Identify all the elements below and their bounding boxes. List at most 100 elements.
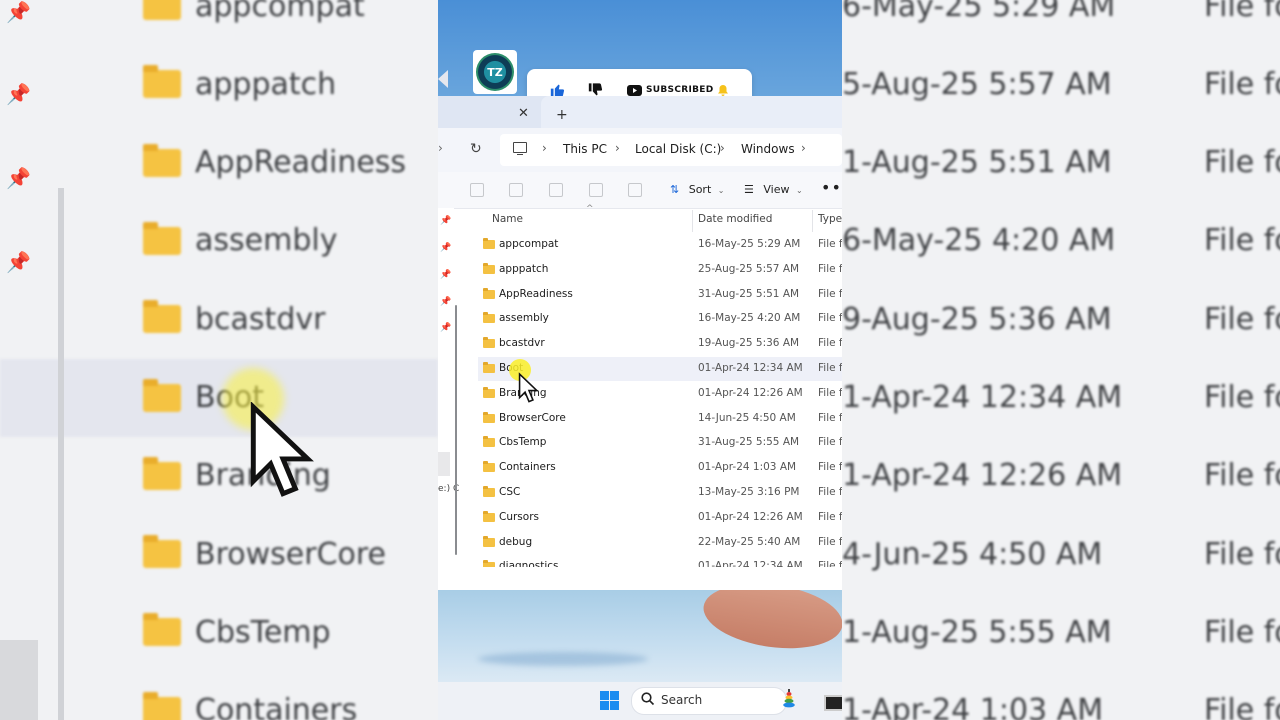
folder-icon xyxy=(143,0,181,20)
breadcrumb-local-disk[interactable]: Local Disk (C:) xyxy=(635,142,721,156)
file-name: appcompat xyxy=(499,238,559,250)
file-date: 13-May-25 3:16 PM xyxy=(698,486,800,498)
chevron-down-icon: ⌄ xyxy=(795,186,803,195)
file-row[interactable]: assembly 16-May-25 4:20 AM File fo xyxy=(478,307,842,331)
view-button[interactable]: ☰ View ⌄ xyxy=(744,183,803,196)
folder-icon xyxy=(483,238,495,249)
background-file-name: AppReadiness xyxy=(195,145,407,181)
file-date: 25-Aug-25 5:57 AM xyxy=(698,262,800,275)
pin-icon: 📌 xyxy=(440,270,452,280)
background-row: 1-Apr-24 12:34 AM File fo xyxy=(842,359,1280,437)
file-date: 01-Apr-24 12:34 AM xyxy=(698,560,803,568)
copy-icon[interactable] xyxy=(470,183,484,197)
background-file-date: 1-Aug-25 5:55 AM xyxy=(842,614,1112,650)
file-row[interactable]: Containers 01-Apr-24 1:03 AM File fo xyxy=(478,456,842,480)
new-tab-icon[interactable]: + xyxy=(556,107,568,123)
background-nav-block xyxy=(0,640,38,720)
folder-icon xyxy=(143,456,181,490)
file-row[interactable]: appcompat 16-May-25 5:29 AM File fo xyxy=(478,233,842,257)
column-header-type[interactable]: Type xyxy=(818,213,842,225)
folder-icon xyxy=(483,461,495,473)
background-file-date: 5-Aug-25 5:57 AM xyxy=(842,66,1112,102)
file-type: File fo xyxy=(818,461,842,474)
pane-splitter[interactable] xyxy=(455,305,457,555)
file-name: apppatch xyxy=(499,262,549,275)
background-file-type: File fo xyxy=(1204,693,1280,720)
file-row[interactable]: debug 22-May-25 5:40 AM File fo xyxy=(478,531,842,555)
background-row: assembly xyxy=(0,202,438,280)
column-header-name[interactable]: Name xyxy=(492,213,523,225)
nav-item-selected[interactable] xyxy=(438,452,450,476)
file-date: 01-Apr-24 1:03 AM xyxy=(698,461,797,474)
file-type: File fo xyxy=(818,535,842,548)
close-tab-icon[interactable]: ✕ xyxy=(518,106,529,121)
folder-icon xyxy=(143,535,181,569)
windows-start-icon[interactable] xyxy=(600,691,620,711)
file-row[interactable]: apppatch 25-Aug-25 5:57 AM File fo xyxy=(478,258,842,282)
more-options-button[interactable]: ••• xyxy=(821,178,842,197)
paste-icon[interactable] xyxy=(509,183,523,197)
share-icon[interactable] xyxy=(589,183,603,197)
file-row[interactable]: CSC 13-May-25 3:16 PM File fo xyxy=(478,481,842,505)
breadcrumb-windows[interactable]: Windows xyxy=(741,142,795,156)
sort-button[interactable]: ⇅ Sort ⌄ xyxy=(670,183,724,196)
folder-icon xyxy=(483,386,495,398)
file-type: File fo xyxy=(818,287,842,300)
file-name: diagnostics xyxy=(499,560,559,568)
column-divider[interactable] xyxy=(812,210,813,232)
file-date: 01-Apr-24 12:34 AM xyxy=(698,362,803,374)
background-row: 6-May-25 4:20 AM File fo xyxy=(842,202,1280,280)
background-file-name: BrowserCore xyxy=(195,536,387,572)
refresh-icon[interactable]: ↻ xyxy=(470,141,482,157)
rename-icon[interactable] xyxy=(549,183,563,197)
background-row: 6-May-25 5:29 AM File fo xyxy=(842,0,1280,45)
folder-icon xyxy=(483,510,495,522)
breadcrumb-this-pc[interactable]: This PC xyxy=(563,142,607,156)
file-row[interactable]: diagnostics 01-Apr-24 12:34 AM File fo xyxy=(478,555,842,568)
cursor-icon xyxy=(518,372,539,403)
folder-icon xyxy=(483,287,495,299)
file-row[interactable]: CbsTemp 31-Aug-25 5:55 AM File fo xyxy=(478,431,842,455)
background-row: CbsTemp xyxy=(0,593,438,671)
file-row[interactable]: bcastdvr 19-Aug-25 5:36 AM File fo xyxy=(478,332,842,356)
folder-icon xyxy=(483,535,495,547)
folder-icon xyxy=(143,691,181,720)
view-label: View xyxy=(763,183,790,196)
background-file-name: Containers xyxy=(195,693,358,720)
file-type: File fo xyxy=(818,436,842,449)
breadcrumb-chevron-icon[interactable]: › xyxy=(542,141,547,155)
breadcrumb-chevron-icon[interactable]: › xyxy=(720,141,725,155)
pin-icon: 📌 xyxy=(440,216,452,226)
background-row: 1-Aug-25 5:51 AM File fo xyxy=(842,124,1280,202)
background-row: 1-Apr-24 12:26 AM File fo xyxy=(842,437,1280,515)
back-chevron-icon[interactable]: › xyxy=(438,141,443,155)
background-file-date: 1-Apr-24 12:26 AM xyxy=(842,458,1123,494)
file-type: File fo xyxy=(818,362,842,374)
delete-icon[interactable] xyxy=(628,183,642,197)
folder-icon xyxy=(143,221,181,255)
file-name: CSC xyxy=(499,486,521,498)
column-header-date[interactable]: Date modified xyxy=(698,213,772,225)
subscribed-label[interactable]: SUBSCRIBED xyxy=(646,85,714,95)
file-row[interactable]: BrowserCore 14-Jun-25 4:50 AM File fo xyxy=(478,407,842,431)
file-type: File fo xyxy=(818,238,842,250)
channel-avatar[interactable]: TZ xyxy=(473,50,517,94)
background-file-name: apppatch xyxy=(195,66,337,102)
file-row[interactable]: AppReadiness 31-Aug-25 5:51 AM File fo xyxy=(478,283,842,307)
file-date: 01-Apr-24 12:26 AM xyxy=(698,386,803,399)
file-type: File fo xyxy=(818,411,842,424)
search-icon xyxy=(641,692,655,706)
background-file-name: appcompat xyxy=(195,0,365,24)
background-row: AppReadiness xyxy=(0,124,438,202)
folder-icon xyxy=(143,143,181,177)
background-row: Branding xyxy=(0,437,438,515)
background-row: 1-Apr-24 1:03 AM File fo xyxy=(842,672,1280,720)
tab-scroll-left-icon[interactable] xyxy=(438,70,448,88)
column-divider[interactable] xyxy=(692,210,693,232)
breadcrumb-chevron-icon[interactable]: › xyxy=(615,141,620,155)
breadcrumb-chevron-icon[interactable]: › xyxy=(801,141,806,155)
stacked-rings-icon[interactable] xyxy=(782,689,796,709)
taskbar-app-icon[interactable] xyxy=(824,695,842,711)
file-date: 31-Aug-25 5:55 AM xyxy=(698,436,800,449)
file-row[interactable]: Cursors 01-Apr-24 12:26 AM File fo xyxy=(478,506,842,530)
